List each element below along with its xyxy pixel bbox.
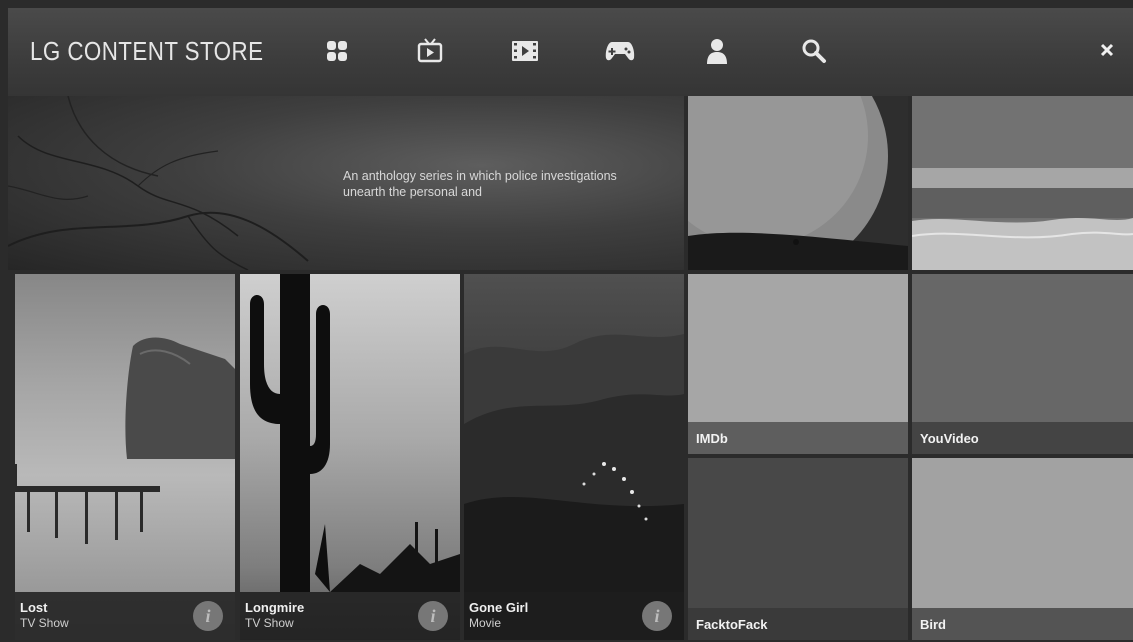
- top-bar: LG CONTENT STORE: [8, 8, 1133, 96]
- app-label-bar: FacktoFack: [688, 608, 908, 640]
- poster-lost[interactable]: Lost TV Show i: [15, 274, 235, 640]
- film-icon[interactable]: [508, 34, 542, 68]
- app-name: FacktoFack: [696, 616, 768, 632]
- poster-type: TV Show: [20, 616, 69, 630]
- poster-type: TV Show: [245, 616, 294, 630]
- night-valley-image: [464, 334, 684, 592]
- poster-gone-girl[interactable]: Gone Girl Movie i: [464, 274, 684, 640]
- ocean-image: [912, 96, 1133, 270]
- info-button[interactable]: i: [193, 601, 223, 631]
- app-label-bar: IMDb: [688, 422, 908, 454]
- moon-image: [688, 96, 908, 270]
- info-button[interactable]: i: [642, 601, 672, 631]
- ocean-tile[interactable]: [912, 96, 1133, 270]
- tv-icon[interactable]: [413, 34, 447, 68]
- app-name: YouVideo: [920, 430, 979, 446]
- search-icon[interactable]: [797, 34, 831, 68]
- store-title: LG CONTENT STORE: [30, 36, 264, 66]
- poster-caption: Longmire TV Show i: [240, 592, 460, 640]
- cactus-image: [250, 274, 460, 592]
- user-icon[interactable]: [700, 34, 734, 68]
- featured-banner[interactable]: An anthology series in which police inve…: [8, 96, 684, 270]
- moon-tile[interactable]: [688, 96, 908, 270]
- app-tile-facktofack[interactable]: FacktoFack: [688, 458, 908, 640]
- app-tile-bird[interactable]: Bird: [912, 458, 1133, 640]
- app-label-bar: YouVideo: [912, 422, 1133, 454]
- app-tile-youvideo[interactable]: YouVideo: [912, 274, 1133, 454]
- poster-title: Lost: [20, 600, 48, 615]
- featured-description: An anthology series in which police inve…: [343, 169, 617, 199]
- poster-longmire[interactable]: Longmire TV Show i: [240, 274, 460, 640]
- cliff-pier-image: [15, 337, 235, 544]
- close-icon[interactable]: [1095, 38, 1119, 62]
- grid-icon[interactable]: [320, 34, 354, 68]
- poster-title: Gone Girl: [469, 600, 529, 615]
- poster-title: Longmire: [245, 600, 305, 615]
- app-name: Bird: [920, 616, 946, 632]
- poster-caption: Gone Girl Movie i: [464, 592, 684, 640]
- app-label-bar: Bird: [912, 608, 1133, 640]
- app-name: IMDb: [696, 430, 728, 446]
- info-button[interactable]: i: [418, 601, 448, 631]
- app-tile-imdb[interactable]: IMDb: [688, 274, 908, 454]
- gamepad-icon[interactable]: [603, 34, 637, 68]
- poster-type: Movie: [469, 616, 502, 630]
- poster-caption: Lost TV Show i: [15, 592, 235, 640]
